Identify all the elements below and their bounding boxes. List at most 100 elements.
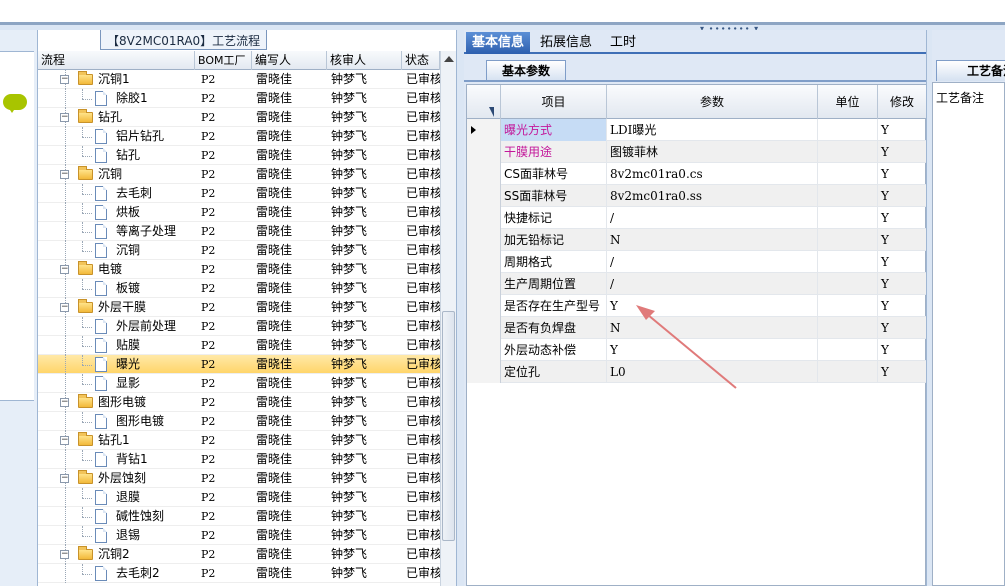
column-header-param[interactable]: 参数 <box>607 85 818 119</box>
param-modify-cell[interactable]: Y <box>878 273 927 295</box>
scroll-up-arrow-icon[interactable] <box>444 56 454 62</box>
param-unit-cell[interactable] <box>818 119 878 141</box>
param-modify-cell[interactable]: Y <box>878 141 927 163</box>
collapse-toggle-icon[interactable]: − <box>60 550 69 559</box>
param-row[interactable]: 干膜用途 图镀菲林 Y <box>467 141 927 163</box>
param-unit-cell[interactable] <box>818 229 878 251</box>
param-row[interactable]: 加无铅标记 N Y <box>467 229 927 251</box>
tree-row[interactable]: − 图形电镀 P2 雷晓佳 钟梦飞 已审核 <box>38 393 440 412</box>
param-modify-cell[interactable]: Y <box>878 163 927 185</box>
param-unit-cell[interactable] <box>818 185 878 207</box>
tree-row[interactable]: 退锡 P2 雷晓佳 钟梦飞 已审核 <box>38 526 440 545</box>
column-header-unit[interactable]: 单位 <box>818 85 878 119</box>
column-header-modify[interactable]: 修改 <box>878 85 927 119</box>
tree-row[interactable]: − 钻孔1 P2 雷晓佳 钟梦飞 已审核 <box>38 431 440 450</box>
tree-row[interactable]: 退膜 P2 雷晓佳 钟梦飞 已审核 <box>38 488 440 507</box>
tree-row[interactable]: 板镀 P2 雷晓佳 钟梦飞 已审核 <box>38 279 440 298</box>
tree-row[interactable]: 去毛刺2 P2 雷晓佳 钟梦飞 已审核 <box>38 564 440 583</box>
row-selector[interactable] <box>467 317 501 339</box>
param-row[interactable]: 是否存在生产型号 Y Y <box>467 295 927 317</box>
param-row[interactable]: 是否有负焊盘 N Y <box>467 317 927 339</box>
param-modify-cell[interactable]: Y <box>878 295 927 317</box>
tree-row[interactable]: 曝光 P2 雷晓佳 钟梦飞 已审核 <box>38 355 440 374</box>
chat-bubble-icon[interactable] <box>3 94 27 113</box>
param-value-cell[interactable]: Y <box>607 295 818 317</box>
column-header-checker[interactable]: 核审人 <box>327 51 402 70</box>
row-selector[interactable] <box>467 273 501 295</box>
tree-row[interactable]: 钻孔 P2 雷晓佳 钟梦飞 已审核 <box>38 146 440 165</box>
tree-row[interactable]: − 沉铜2 P2 雷晓佳 钟梦飞 已审核 <box>38 545 440 564</box>
row-selector[interactable] <box>467 295 501 317</box>
param-modify-cell[interactable]: Y <box>878 229 927 251</box>
tree-row[interactable]: 等离子处理 P2 雷晓佳 钟梦飞 已审核 <box>38 222 440 241</box>
tree-row[interactable]: − 钻孔 P2 雷晓佳 钟梦飞 已审核 <box>38 108 440 127</box>
param-row[interactable]: CS面菲林号 8v2mc01ra0.cs Y <box>467 163 927 185</box>
param-modify-cell[interactable]: Y <box>878 361 927 383</box>
param-row[interactable]: 曝光方式 LDI曝光 Y <box>467 119 927 141</box>
tree-row[interactable]: − 外层干膜 P2 雷晓佳 钟梦飞 已审核 <box>38 298 440 317</box>
param-value-cell[interactable]: LDI曝光 <box>607 119 818 141</box>
param-value-cell[interactable]: 图镀菲林 <box>607 141 818 163</box>
tree-row[interactable]: − 沉铜1 P2 雷晓佳 钟梦飞 已审核 <box>38 70 440 89</box>
tree-row[interactable]: 背钻1 P2 雷晓佳 钟梦飞 已审核 <box>38 450 440 469</box>
tree-row[interactable]: − 外层蚀刻 P2 雷晓佳 钟梦飞 已审核 <box>38 469 440 488</box>
tree-row[interactable]: 贴膜 P2 雷晓佳 钟梦飞 已审核 <box>38 336 440 355</box>
column-header-status[interactable]: 状态 <box>402 51 440 70</box>
collapse-toggle-icon[interactable]: − <box>60 474 69 483</box>
collapse-toggle-icon[interactable]: − <box>60 170 69 179</box>
tab-process-remarks[interactable]: 工艺备注 <box>936 60 1005 81</box>
row-selector[interactable] <box>467 119 501 141</box>
column-header-bom[interactable]: BOM工厂 <box>195 51 252 70</box>
column-header-flow[interactable]: 流程 <box>38 51 195 70</box>
param-unit-cell[interactable] <box>818 207 878 229</box>
tree-row[interactable]: 外层前处理 P2 雷晓佳 钟梦飞 已审核 <box>38 317 440 336</box>
collapse-toggle-icon[interactable]: − <box>60 303 69 312</box>
param-value-cell[interactable]: N <box>607 229 818 251</box>
param-unit-cell[interactable] <box>818 163 878 185</box>
collapse-toggle-icon[interactable]: − <box>60 75 69 84</box>
row-selector[interactable] <box>467 141 501 163</box>
tree-row[interactable]: − 沉铜 P2 雷晓佳 钟梦飞 已审核 <box>38 165 440 184</box>
collapse-toggle-icon[interactable]: − <box>60 265 69 274</box>
scrollbar-thumb[interactable] <box>442 311 455 541</box>
row-selector[interactable] <box>467 339 501 361</box>
param-row[interactable]: 周期格式 / Y <box>467 251 927 273</box>
tree-row[interactable]: 图形电镀 P2 雷晓佳 钟梦飞 已审核 <box>38 412 440 431</box>
column-header-item[interactable]: 项目 <box>501 85 607 119</box>
tree-row[interactable]: − 电镀 P2 雷晓佳 钟梦飞 已审核 <box>38 260 440 279</box>
param-value-cell[interactable]: / <box>607 251 818 273</box>
param-modify-cell[interactable]: Y <box>878 317 927 339</box>
tree-row[interactable]: 烘板 P2 雷晓佳 钟梦飞 已审核 <box>38 203 440 222</box>
param-value-cell[interactable]: / <box>607 273 818 295</box>
collapse-toggle-icon[interactable]: − <box>60 398 69 407</box>
param-row[interactable]: 外层动态补偿 Y Y <box>467 339 927 361</box>
vertical-splitter-left[interactable] <box>456 30 464 586</box>
tree-row[interactable]: 去毛刺 P2 雷晓佳 钟梦飞 已审核 <box>38 184 440 203</box>
tab-extended-info[interactable]: 拓展信息 <box>534 32 598 54</box>
param-row[interactable]: 定位孔 L0 Y <box>467 361 927 383</box>
tree-row[interactable]: 铝片钻孔 P2 雷晓佳 钟梦飞 已审核 <box>38 127 440 146</box>
tree-row[interactable]: 显影 P2 雷晓佳 钟梦飞 已审核 <box>38 374 440 393</box>
subtab-basic-params[interactable]: 基本参数 <box>486 60 566 81</box>
param-value-cell[interactable]: 8v2mc01ra0.ss <box>607 185 818 207</box>
tree-row[interactable]: 碱性蚀刻 P2 雷晓佳 钟梦飞 已审核 <box>38 507 440 526</box>
param-unit-cell[interactable] <box>818 361 878 383</box>
param-value-cell[interactable]: / <box>607 207 818 229</box>
param-unit-cell[interactable] <box>818 339 878 361</box>
tab-work-hours[interactable]: 工时 <box>604 32 642 54</box>
row-selector-header[interactable] <box>467 85 501 119</box>
row-selector[interactable] <box>467 185 501 207</box>
row-selector[interactable] <box>467 229 501 251</box>
param-unit-cell[interactable] <box>818 141 878 163</box>
param-value-cell[interactable]: Y <box>607 339 818 361</box>
row-selector[interactable] <box>467 207 501 229</box>
param-modify-cell[interactable]: Y <box>878 207 927 229</box>
tree-vertical-scrollbar[interactable] <box>440 51 456 586</box>
collapse-toggle-icon[interactable]: − <box>60 113 69 122</box>
param-value-cell[interactable]: N <box>607 317 818 339</box>
column-header-writer[interactable]: 编写人 <box>252 51 327 70</box>
collapse-toggle-icon[interactable]: − <box>60 436 69 445</box>
param-row[interactable]: SS面菲林号 8v2mc01ra0.ss Y <box>467 185 927 207</box>
param-modify-cell[interactable]: Y <box>878 185 927 207</box>
param-row[interactable]: 生产周期位置 / Y <box>467 273 927 295</box>
